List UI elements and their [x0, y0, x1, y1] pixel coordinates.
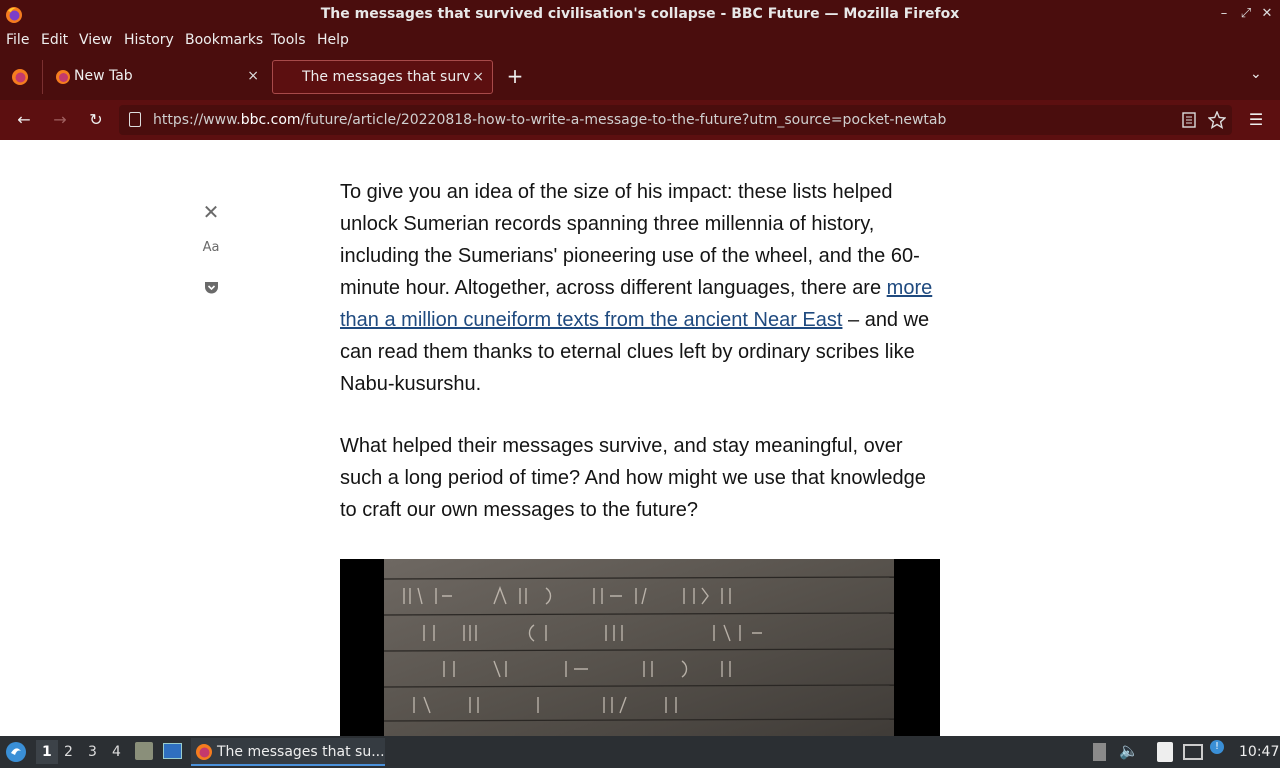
firefox-icon	[196, 744, 212, 760]
font-settings-icon[interactable]: Aa	[200, 240, 222, 255]
hamburger-menu-icon[interactable]: ☰	[1244, 108, 1268, 132]
paragraph-text: To give you an idea of the size of his i…	[340, 181, 920, 299]
menu-bar: File Edit View History Bookmarks Tools H…	[0, 29, 1280, 54]
menu-tools[interactable]: Tools	[271, 32, 306, 48]
tray-scroll-icon[interactable]	[1093, 743, 1106, 761]
menu-edit[interactable]: Edit	[41, 32, 68, 48]
tab-label: The messages that survi	[302, 69, 470, 85]
article-image	[340, 559, 940, 736]
bookmark-star-icon[interactable]	[1208, 111, 1226, 129]
nav-toolbar: ← → ↻ https://www.bbc.com/future/article…	[0, 100, 1280, 140]
start-menu-icon[interactable]	[5, 741, 27, 763]
close-tab-icon[interactable]: ×	[247, 68, 259, 84]
close-tab-icon[interactable]: ×	[472, 69, 484, 85]
clay-tablet-image	[384, 559, 894, 736]
back-arrow-icon[interactable]: ←	[12, 108, 36, 132]
tab-bar: New Tab × The messages that survi × + ⌄	[0, 54, 1280, 100]
page-icon	[129, 112, 141, 127]
chevron-down-icon[interactable]: ⌄	[1250, 66, 1262, 82]
network-icon[interactable]	[1183, 744, 1203, 760]
taskbar-window-label: The messages that su...	[217, 744, 385, 760]
url-prefix: https://www.	[153, 112, 241, 128]
taskbar: 1 2 3 4 The messages that su... 🔈 ! 10:4…	[0, 736, 1280, 768]
clipboard-icon[interactable]	[1157, 742, 1173, 762]
notification-icon[interactable]: !	[1210, 740, 1224, 754]
workspace-2[interactable]: 2	[64, 744, 73, 760]
new-tab-button[interactable]: +	[504, 64, 526, 88]
maximize-icon[interactable]: ⤢	[1236, 4, 1256, 24]
file-manager-icon[interactable]	[135, 742, 153, 760]
reader-view-icon[interactable]	[1182, 112, 1196, 128]
forward-arrow-icon[interactable]: →	[48, 108, 72, 132]
menu-history[interactable]: History	[124, 32, 174, 48]
article-paragraph: To give you an idea of the size of his i…	[340, 176, 940, 400]
url-domain: bbc.com	[240, 112, 301, 128]
window-title: The messages that survived civilisation'…	[320, 6, 960, 22]
tab-bbc-article[interactable]: The messages that survi ×	[272, 60, 493, 94]
workspace-4[interactable]: 4	[112, 744, 121, 760]
workspace-3[interactable]: 3	[88, 744, 97, 760]
close-reader-icon[interactable]: ✕	[200, 200, 222, 224]
clock: 10:47	[1239, 744, 1280, 760]
url-path: /future/article/20220818-how-to-write-a-…	[300, 112, 947, 128]
minimize-icon[interactable]: –	[1214, 4, 1234, 24]
tab-label: New Tab	[74, 68, 133, 84]
url-bar[interactable]: https://www.bbc.com/future/article/20220…	[119, 105, 1232, 135]
menu-view[interactable]: View	[79, 32, 112, 48]
window-titlebar: The messages that survived civilisation'…	[0, 0, 1280, 29]
menu-help[interactable]: Help	[317, 32, 349, 48]
menu-file[interactable]: File	[6, 32, 29, 48]
desktop-icon[interactable]	[163, 743, 182, 759]
article-paragraph: What helped their messages survive, and …	[340, 435, 926, 521]
reload-icon[interactable]: ↻	[84, 108, 108, 132]
workspace-1[interactable]: 1	[36, 740, 58, 764]
tab-new-tab[interactable]: New Tab ×	[45, 60, 267, 94]
firefox-view-icon[interactable]	[11, 68, 29, 86]
pocket-icon[interactable]	[204, 281, 219, 295]
url-text[interactable]: https://www.bbc.com/future/article/20220…	[153, 112, 946, 128]
tab-divider	[42, 60, 43, 94]
taskbar-window-firefox[interactable]: The messages that su...	[191, 738, 385, 766]
firefox-tab-icon	[56, 70, 70, 84]
menu-bookmarks[interactable]: Bookmarks	[185, 32, 263, 48]
volume-icon[interactable]: 🔈	[1119, 741, 1139, 760]
close-window-icon[interactable]: ✕	[1257, 4, 1277, 24]
article-body: To give you an idea of the size of his i…	[340, 176, 940, 556]
page-content: ✕ Aa To give you an idea of the size of …	[0, 140, 1280, 736]
